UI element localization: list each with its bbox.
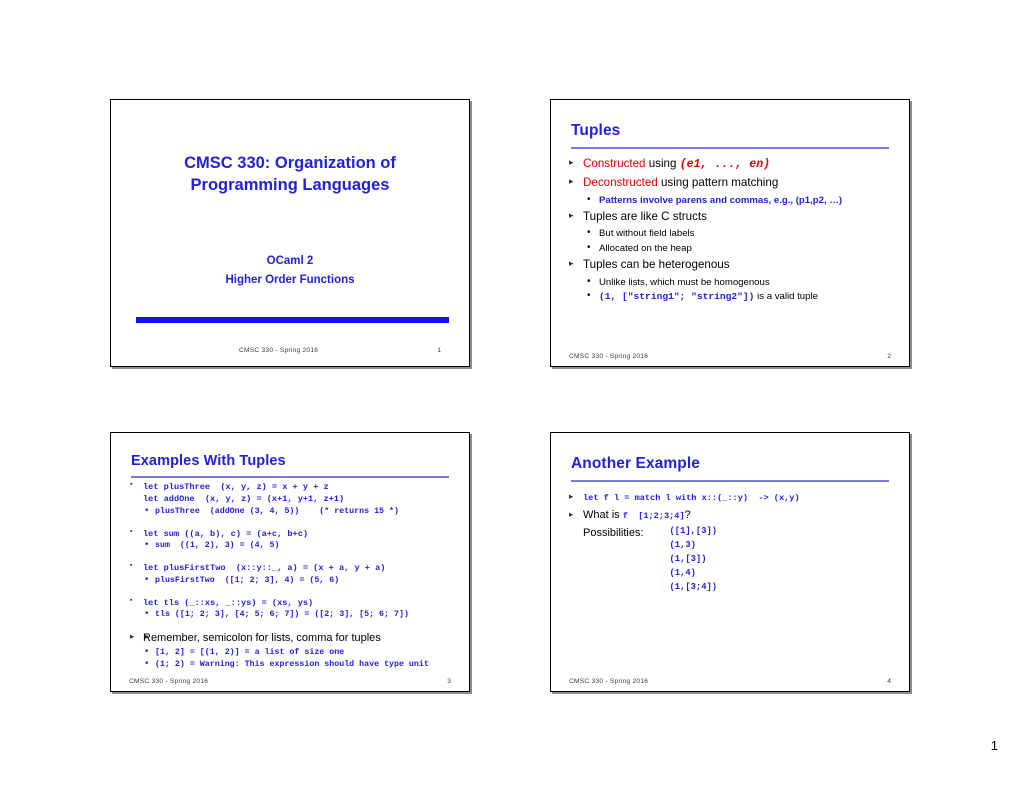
- footer-course-label: CMSC 330 - Spring 2016: [569, 353, 649, 360]
- code-line-tls-example: tls ([1; 2; 3], [4; 5; 6; 7]) = ([2; 3],…: [143, 608, 459, 621]
- code-line-sum-example: sum ((1, 2), 3) = (4, 5): [143, 539, 459, 552]
- code-group-plusthree: let plusThree (x, y, z) = x + y + z let …: [127, 481, 459, 518]
- slide-4-body: let f l = match l with x::(_::y) -> (x,y…: [567, 489, 899, 594]
- slide-3-title: Examples With Tuples: [131, 453, 286, 469]
- code-spacer: [127, 589, 459, 597]
- presentation-subtitle: OCaml 2 Higher Order Functions: [129, 252, 451, 290]
- slide-3[interactable]: Examples With Tuples let plusThree (x, y…: [110, 432, 470, 692]
- footer-slide-number: 1: [437, 347, 441, 354]
- footer-slide-number: 2: [887, 353, 891, 360]
- handout-page: CMSC 330: Organization of Programming La…: [0, 0, 1020, 788]
- footer-slide-number: 4: [887, 678, 891, 685]
- code-line-plusthree-example: plusThree (addOne (3, 4, 5)) (* returns …: [143, 505, 459, 518]
- question-suffix: ?: [684, 508, 691, 521]
- code-group-plusfirsttwo: let plusFirstTwo (x::y::_, a) = (x + a, …: [127, 562, 459, 587]
- code-spacer: [127, 554, 459, 562]
- code-line-tls-def: let tls (_::xs, _::ys) = (xs, ys): [143, 597, 314, 608]
- bullet-heterogenous: Tuples can be heterogenous: [567, 257, 899, 273]
- possibilities-list: ([1],[3]) (1,3) (1,[3]) (1,4) (1,[3;4]): [670, 525, 718, 594]
- bullet-deconstructed: Deconstructed using pattern matching: [567, 175, 899, 191]
- code-spacer: [127, 623, 459, 631]
- slide-footer: CMSC 330 - Spring 2016 2: [551, 348, 909, 360]
- presentation-subtitle-line-2: Higher Order Functions: [225, 273, 355, 286]
- presentation-title: CMSC 330: Organization of Programming La…: [129, 152, 451, 197]
- code-spacer: [127, 520, 459, 528]
- subbullet-patterns-text: Patterns involve parens and commas, e.g.…: [599, 194, 843, 206]
- note-remember-text: Remember, semicolon for lists, comma for…: [143, 632, 381, 645]
- footer-course-label: CMSC 330 - Spring 2016: [129, 678, 209, 685]
- slide-4[interactable]: Another Example let f l = match l with x…: [550, 432, 910, 692]
- subbullet-valid-tuple: (1, ["string1"; "string2"]) is a valid t…: [567, 289, 899, 304]
- presentation-title-line-1: CMSC 330: Organization of: [184, 154, 396, 172]
- footer-course-label: CMSC 330 - Spring 2016: [239, 347, 319, 354]
- subbullet-valid-tuple-code: (1, ["string1"; "string2"]): [599, 291, 755, 303]
- slide-3-body: let plusThree (x, y, z) = x + y + z let …: [127, 481, 459, 673]
- code-line-plusfirsttwo-def: let plusFirstTwo (x::y::_, a) = (x + a, …: [143, 563, 386, 574]
- possibility-option[interactable]: ([1],[3]): [670, 525, 718, 539]
- question-prefix: What is: [583, 508, 623, 521]
- slide-footer: CMSC 330 - Spring 2016 1: [111, 342, 469, 354]
- presentation-subtitle-line-1: OCaml 2: [266, 255, 314, 267]
- slide-footer: CMSC 330 - Spring 2016 4: [551, 673, 909, 685]
- possibilities-label: Possibilities:: [583, 527, 644, 539]
- bullet-constructed-keyword: Constructed: [583, 157, 646, 170]
- slide-3-title-underline: [131, 476, 449, 478]
- bullet-what-is-f: What is f [1;2;3;4]?: [567, 507, 899, 524]
- slide-1[interactable]: CMSC 330: Organization of Programming La…: [110, 99, 470, 367]
- code-group-remember: Remember, semicolon for lists, comma for…: [127, 631, 459, 670]
- handout-page-number: 1: [990, 738, 998, 753]
- subbullet-valid-tuple-text: is a valid tuple: [754, 291, 818, 303]
- subbullet-no-field-labels: But without field labels: [567, 226, 899, 241]
- code-line-plusthree-def: let plusThree (x, y, z) = x + y + z: [143, 482, 329, 492]
- note-type-unit-warning: (1; 2) = Warning: This expression should…: [143, 658, 459, 671]
- possibility-option[interactable]: (1,3): [670, 539, 718, 553]
- slide-2-title-underline: [571, 147, 889, 149]
- possibility-option[interactable]: (1,[3;4]): [670, 581, 718, 595]
- slide-2-title: Tuples: [571, 122, 621, 139]
- title-divider-bar: [136, 317, 449, 323]
- slide-footer: CMSC 330 - Spring 2016 3: [111, 673, 469, 685]
- note-list-of-size-one: [1, 2] = [(1, 2)] = a list of size one: [143, 646, 459, 659]
- bullet-c-structs: Tuples are like C structs: [567, 209, 899, 225]
- code-line-f-def: let f l = match l with x::(_::y) -> (x,y…: [583, 493, 800, 503]
- bullet-constructed-text: using: [645, 157, 680, 170]
- slide-4-title-underline: [571, 480, 889, 482]
- code-group-sum: let sum ((a, b), c) = (a+c, b+c) sum ((1…: [127, 528, 459, 553]
- possibility-option[interactable]: (1,4): [670, 567, 718, 581]
- code-group-tls: let tls (_::xs, _::ys) = (xs, ys) tls ([…: [127, 597, 459, 622]
- slide-4-title: Another Example: [571, 455, 700, 472]
- bullet-deconstructed-keyword: Deconstructed: [583, 176, 658, 190]
- bullet-constructed-code: (e1, ..., en): [679, 158, 771, 171]
- slide-2-body: Constructed using (e1, ..., en) Deconstr…: [567, 156, 899, 305]
- bullet-f-definition: let f l = match l with x::(_::y) -> (x,y…: [567, 489, 899, 506]
- slide-2[interactable]: Tuples Constructed using (e1, ..., en) D…: [550, 99, 910, 367]
- subbullet-heap-allocated: Allocated on the heap: [567, 241, 899, 256]
- bullet-constructed: Constructed using (e1, ..., en): [567, 156, 899, 173]
- bullet-deconstructed-text: using pattern matching: [657, 176, 779, 190]
- footer-slide-number: 3: [447, 678, 451, 685]
- presentation-title-line-2: Programming Languages: [190, 176, 390, 195]
- title-slide-body: CMSC 330: Organization of Programming La…: [111, 100, 469, 366]
- footer-course-label: CMSC 330 - Spring 2016: [569, 678, 649, 685]
- code-line-sum-def: let sum ((a, b), c) = (a+c, b+c): [143, 528, 309, 539]
- subbullet-patterns: Patterns involve parens and commas, e.g.…: [567, 193, 899, 208]
- possibilities-block: Possibilities: ([1],[3]) (1,3) (1,[3]) (…: [567, 525, 899, 594]
- code-line-plusfirsttwo-example: plusFirstTwo ([1; 2; 3], 4) = (5, 6): [143, 574, 459, 587]
- code-line-addone-def: let addOne (x, y, z) = (x+1, y+1, z+1): [143, 494, 345, 505]
- subbullet-homogenous-lists: Unlike lists, which must be homogenous: [567, 275, 899, 290]
- possibility-option[interactable]: (1,[3]): [670, 553, 718, 567]
- question-code: f [1;2;3;4]: [622, 510, 685, 521]
- note-remember: Remember, semicolon for lists, comma for…: [143, 631, 459, 646]
